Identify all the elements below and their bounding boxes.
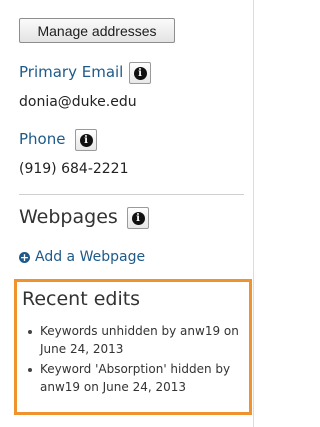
recent-edit-text: Keyword 'Absorption' hidden by anw19 on …: [40, 362, 231, 394]
phone-value: (919) 684-2221: [19, 161, 129, 177]
primary-email-label[interactable]: Primary Email: [19, 63, 123, 81]
manage-addresses-button[interactable]: Manage addresses: [19, 18, 175, 43]
bullet-icon: [28, 368, 32, 372]
add-webpage-label: Add a Webpage: [35, 249, 146, 265]
list-item: Keyword 'Absorption' hidden by anw19 on …: [22, 360, 250, 396]
recent-edits-heading: Recent edits: [22, 288, 141, 310]
phone-info-button[interactable]: i: [75, 129, 97, 151]
recent-edits-box: Recent edits Keywords unhidden by anw19 …: [14, 279, 252, 415]
bullet-icon: [28, 330, 32, 334]
plus-circle-icon: +: [19, 250, 30, 264]
recent-edit-text: Keywords unhidden by anw19 on June 24, 2…: [40, 324, 239, 356]
info-icon: i: [133, 66, 147, 80]
primary-email-value: donia@duke.edu: [19, 94, 137, 110]
phone-label[interactable]: Phone: [19, 130, 65, 148]
add-webpage-link[interactable]: + Add a Webpage: [19, 249, 145, 265]
recent-edits-list: Keywords unhidden by anw19 on June 24, 2…: [22, 322, 250, 398]
webpages-info-button[interactable]: i: [127, 207, 149, 229]
primary-email-info-button[interactable]: i: [129, 62, 151, 84]
profile-contact-panel: Manage addresses Primary Email i donia@d…: [0, 0, 254, 427]
webpages-heading: Webpages: [19, 206, 118, 228]
info-icon: i: [79, 133, 93, 147]
info-icon: i: [131, 211, 145, 225]
list-item: Keywords unhidden by anw19 on June 24, 2…: [22, 322, 250, 358]
section-divider: [19, 194, 244, 195]
